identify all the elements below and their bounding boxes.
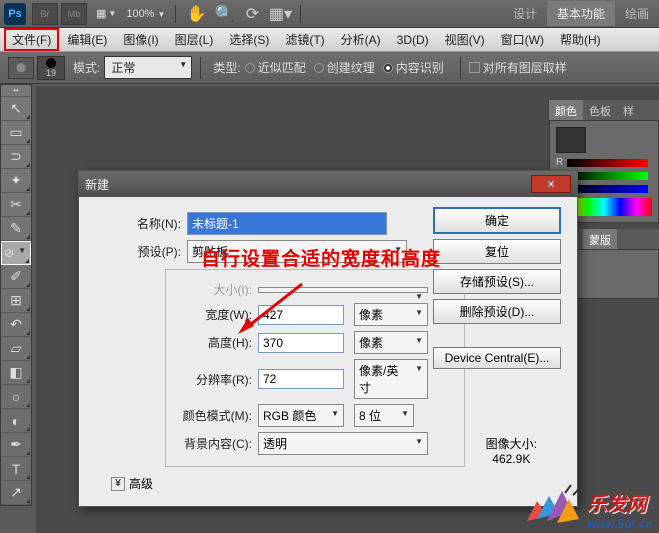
- crop-tool[interactable]: ✂: [1, 193, 31, 217]
- eyedropper-tool[interactable]: ✎: [1, 217, 31, 241]
- r-slider[interactable]: [567, 159, 648, 167]
- menu-analysis[interactable]: 分析(A): [333, 28, 389, 51]
- height-unit-select[interactable]: 像素: [354, 331, 428, 354]
- options-bar: ⬤ 19 模式: 正常 类型: 近似匹配 创建纹理 内容识别 对所有图层取样: [0, 52, 659, 84]
- tab-swatches[interactable]: 色板: [583, 100, 617, 120]
- toolbox: •• ↖ ▭ ⊃ ✦ ✂ ✎ ⊘ ✐ ⊞ ↶ ▱ ◧ ○ ◐ ✒ T ↗: [0, 84, 32, 506]
- colormode-label: 颜色模式(M):: [176, 407, 252, 424]
- g-slider[interactable]: [568, 172, 648, 180]
- menu-filter[interactable]: 滤镜(T): [277, 28, 332, 51]
- wand-tool[interactable]: ✦: [1, 169, 31, 193]
- menu-image[interactable]: 图像(I): [115, 28, 166, 51]
- app-toolbar: Ps Br Mb ▦▼ 100% ▼ ✋ 🔍 ⟳ ▦▾ 设计 基本功能 绘画: [0, 0, 659, 28]
- toolbox-handle[interactable]: ••: [1, 85, 31, 97]
- tab-color[interactable]: 颜色: [549, 100, 583, 120]
- app-icon: Ps: [4, 3, 26, 25]
- menu-select[interactable]: 选择(S): [221, 28, 277, 51]
- arrange-dropdown[interactable]: ▦▼: [96, 7, 116, 20]
- watermark-bull-icon: [517, 481, 587, 531]
- b-slider[interactable]: [567, 185, 648, 193]
- menu-3d[interactable]: 3D(D): [389, 30, 437, 50]
- dialog-title: 新建: [85, 176, 109, 193]
- colormode-select[interactable]: RGB 颜色: [258, 404, 344, 427]
- chk-all-layers[interactable]: 对所有图层取样: [469, 59, 567, 76]
- menu-bar: 文件(F) 编辑(E) 图像(I) 图层(L) 选择(S) 滤镜(T) 分析(A…: [0, 28, 659, 52]
- mb-button[interactable]: Mb: [61, 3, 87, 25]
- ok-button[interactable]: 确定: [433, 207, 561, 234]
- advanced-toggle[interactable]: ¥高级: [111, 475, 565, 492]
- tab-styles[interactable]: 样: [617, 100, 640, 120]
- name-input[interactable]: 未标题-1: [187, 212, 387, 235]
- path-tool[interactable]: ↗: [1, 481, 31, 505]
- imagesize-value: 462.9K: [486, 452, 537, 466]
- workspace-essentials[interactable]: 基本功能: [547, 1, 615, 26]
- brush-tool[interactable]: ✐: [1, 265, 31, 289]
- width-unit-select[interactable]: 像素: [354, 303, 428, 326]
- history-brush-tool[interactable]: ↶: [1, 313, 31, 337]
- pen-tool[interactable]: ✒: [1, 433, 31, 457]
- device-central-button[interactable]: Device Central(E)...: [433, 347, 561, 369]
- save-preset-button[interactable]: 存储预设(S)...: [433, 269, 561, 294]
- mode-select[interactable]: 正常: [104, 56, 192, 79]
- rotate-view-icon[interactable]: ⟳: [240, 3, 264, 25]
- menu-layer[interactable]: 图层(L): [167, 28, 222, 51]
- workspace-design[interactable]: 设计: [503, 1, 547, 26]
- watermark-url: www.5pf.cn: [587, 517, 653, 531]
- new-document-dialog: 新建 ✕ 确定 复位 存储预设(S)... 删除预设(D)... Device …: [78, 170, 578, 507]
- imagesize-label: 图像大小:: [486, 435, 537, 452]
- tab-masks[interactable]: 蒙版: [583, 229, 617, 249]
- colordepth-select[interactable]: 8 位: [354, 404, 414, 427]
- move-tool[interactable]: ↖: [1, 97, 31, 121]
- annotation-arrow-icon: [232, 276, 312, 346]
- menu-edit[interactable]: 编辑(E): [59, 28, 115, 51]
- workspace-painting[interactable]: 绘画: [615, 1, 659, 26]
- fg-bg-swatch[interactable]: [556, 127, 586, 153]
- resolution-label: 分辨率(R):: [176, 371, 252, 388]
- radio-proximity[interactable]: 近似匹配: [245, 59, 306, 76]
- r-label: R: [556, 157, 563, 168]
- dodge-tool[interactable]: ◐: [1, 409, 31, 433]
- menu-window[interactable]: 窗口(W): [493, 28, 552, 51]
- type-tool[interactable]: T: [1, 457, 31, 481]
- type-label: 类型:: [213, 59, 240, 76]
- stamp-tool[interactable]: ⊞: [1, 289, 31, 313]
- watermark-text: 乐发网: [587, 488, 653, 517]
- lasso-tool[interactable]: ⊃: [1, 145, 31, 169]
- name-label: 名称(N):: [91, 215, 181, 232]
- bridge-button[interactable]: Br: [32, 3, 58, 25]
- zoom-tool-icon[interactable]: 🔍: [212, 3, 236, 25]
- annotation-text: 自行设置合适的宽度和高度: [201, 244, 441, 271]
- resolution-unit-select[interactable]: 像素/英寸: [354, 359, 428, 399]
- eraser-tool[interactable]: ▱: [1, 337, 31, 361]
- bg-label: 背景内容(C):: [176, 435, 252, 452]
- menu-file[interactable]: 文件(F): [4, 28, 59, 51]
- extras-dropdown[interactable]: ▦▾: [268, 3, 292, 25]
- tool-preset-icon[interactable]: ⬤: [8, 57, 34, 79]
- resolution-input[interactable]: 72: [258, 369, 344, 389]
- menu-help[interactable]: 帮助(H): [552, 28, 609, 51]
- brush-preview[interactable]: 19: [37, 56, 65, 80]
- bg-select[interactable]: 透明: [258, 432, 428, 455]
- delete-preset-button[interactable]: 删除预设(D)...: [433, 299, 561, 324]
- mode-label: 模式:: [73, 59, 100, 76]
- gradient-tool[interactable]: ◧: [1, 361, 31, 385]
- blur-tool[interactable]: ○: [1, 385, 31, 409]
- marquee-tool[interactable]: ▭: [1, 121, 31, 145]
- heal-tool[interactable]: ⊘: [1, 241, 31, 265]
- dialog-titlebar[interactable]: 新建 ✕: [79, 171, 577, 197]
- menu-view[interactable]: 视图(V): [437, 28, 493, 51]
- radio-texture[interactable]: 创建纹理: [314, 59, 375, 76]
- hand-tool-icon[interactable]: ✋: [184, 3, 208, 25]
- watermark: 乐发网 www.5pf.cn: [517, 481, 653, 531]
- radio-content-aware[interactable]: 内容识别: [383, 59, 444, 76]
- zoom-level[interactable]: 100% ▼: [126, 8, 165, 20]
- preset-label: 预设(P):: [91, 243, 181, 260]
- reset-button[interactable]: 复位: [433, 239, 561, 264]
- close-button[interactable]: ✕: [531, 175, 571, 193]
